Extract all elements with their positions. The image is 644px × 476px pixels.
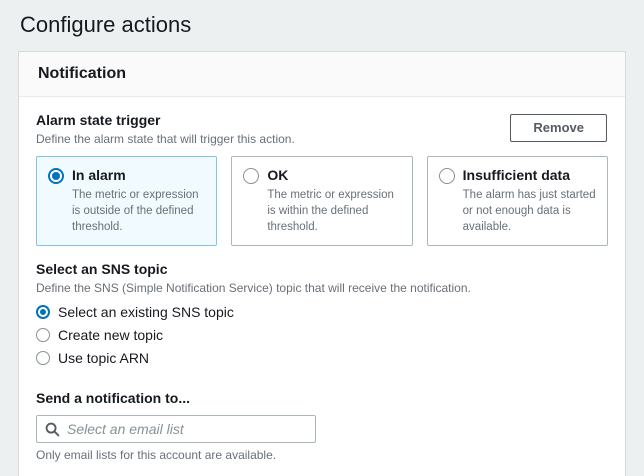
option-label: Use topic ARN <box>58 349 150 366</box>
card-text: In alarm The metric or expression is out… <box>72 167 206 235</box>
radio-in-alarm[interactable] <box>48 168 64 185</box>
alarm-state-card-in-alarm[interactable]: In alarm The metric or expression is out… <box>36 156 218 247</box>
email-list-search-box[interactable] <box>36 415 316 444</box>
remove-button[interactable]: Remove <box>510 114 607 142</box>
page-title: Configure actions <box>20 12 192 37</box>
option-label: Create new topic <box>58 326 164 343</box>
option-label: Select an existing SNS topic <box>58 303 234 320</box>
card-text: OK The metric or expression is within th… <box>267 167 401 235</box>
panel-title: Notification <box>38 65 126 82</box>
search-icon <box>45 422 60 436</box>
alarm-trigger-description: Define the alarm state that will trigger… <box>36 131 295 146</box>
alarm-state-card-insufficient-data[interactable]: Insufficient data The alarm has just sta… <box>426 156 608 247</box>
card-title: OK <box>267 167 289 184</box>
notification-target-section: Send a notification to... Only email lis… <box>36 389 608 463</box>
card-description: The alarm has just started or not enough… <box>462 189 596 234</box>
card-title: In alarm <box>72 167 126 184</box>
alarm-trigger-header: Alarm state trigger Define the alarm sta… <box>36 112 608 147</box>
card-text: Insufficient data The alarm has just sta… <box>463 167 597 235</box>
panel-body: Alarm state trigger Define the alarm sta… <box>19 97 625 476</box>
option-existing-sns-topic[interactable]: Select an existing SNS topic <box>36 304 608 320</box>
sns-topic-section: Select an SNS topic Define the SNS (Simp… <box>36 261 608 366</box>
email-list-input[interactable] <box>67 421 307 438</box>
sns-topic-options: Select an existing SNS topic Create new … <box>36 304 608 366</box>
alarm-trigger-labels: Alarm state trigger Define the alarm sta… <box>36 112 295 147</box>
radio-existing-sns-topic[interactable] <box>36 304 50 319</box>
panel-header: Notification <box>19 52 625 97</box>
option-create-new-topic[interactable]: Create new topic <box>36 327 608 343</box>
notification-target-label: Send a notification to... <box>36 389 190 406</box>
alarm-state-card-ok[interactable]: OK The metric or expression is within th… <box>231 156 413 247</box>
notification-panel: Notification Alarm state trigger Define … <box>18 51 626 476</box>
radio-ok[interactable] <box>243 168 260 185</box>
sns-topic-description: Define the SNS (Simple Notification Serv… <box>36 280 471 295</box>
radio-use-topic-arn[interactable] <box>36 350 50 365</box>
card-description: The metric or expression is within the d… <box>267 189 394 234</box>
email-list-helper-text: Only email lists for this account are av… <box>36 448 277 463</box>
option-use-topic-arn[interactable]: Use topic ARN <box>36 350 608 366</box>
radio-insufficient-data[interactable] <box>438 168 455 185</box>
radio-create-new-topic[interactable] <box>36 327 50 342</box>
card-title: Insufficient data <box>462 167 571 184</box>
sns-topic-label: Select an SNS topic <box>36 261 168 278</box>
alarm-state-cards: In alarm The metric or expression is out… <box>36 156 608 247</box>
card-description: The metric or expression is outside of t… <box>72 189 199 234</box>
alarm-trigger-label: Alarm state trigger <box>36 112 161 128</box>
